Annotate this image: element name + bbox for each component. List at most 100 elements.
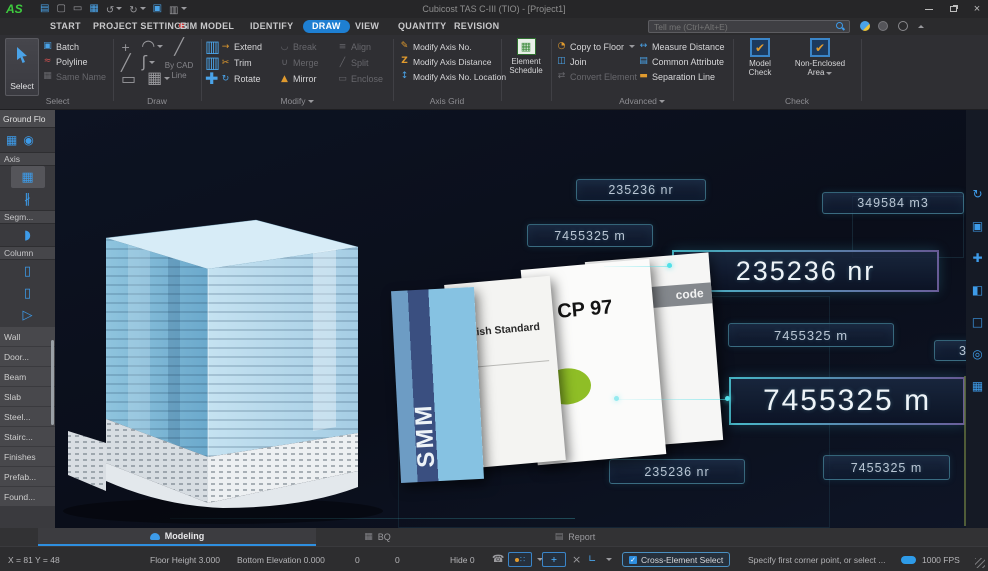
orbit-icon[interactable]: ↻ [970, 188, 985, 203]
section-column[interactable]: Column [0, 246, 55, 260]
break-button[interactable]: ◡Break [279, 40, 337, 55]
tab-draw[interactable]: DRAW [303, 20, 350, 33]
sidebar-item-steel[interactable]: Steel... [0, 407, 55, 426]
group-label-advanced[interactable]: Advanced [552, 96, 732, 106]
open-file-icon[interactable]: ▭ [73, 4, 82, 14]
align-button[interactable]: ≡Align [337, 40, 393, 55]
tab-bq[interactable]: ▦ BQ [320, 528, 435, 546]
segment-tool[interactable]: ◗ [0, 224, 55, 246]
column-cap-tool[interactable]: ▷ [0, 304, 55, 326]
history-icon[interactable]: ◉ [23, 134, 33, 146]
undo-icon[interactable]: ↺ [106, 0, 122, 18]
minimize-button[interactable] [922, 3, 936, 15]
orbit-sphere-icon[interactable]: ◎ [970, 348, 985, 363]
tab-revision[interactable]: REVISION [450, 20, 503, 33]
batch-button[interactable]: ▣Batch [42, 39, 106, 54]
sidebar-item-finishes[interactable]: Finishes [0, 447, 55, 466]
select-tool-button[interactable]: Select [5, 38, 39, 96]
model-check-button[interactable]: ✔ Model Check [738, 38, 782, 77]
separation-line-button[interactable]: ▬Separation Line [638, 69, 725, 84]
search-icon[interactable] [836, 22, 843, 29]
element-sidebar: Ground Flo ▦ ◉ Axis ▦ ∦ Segm... ◗ Column… [0, 110, 55, 530]
measure-distance-button[interactable]: ↔Measure Distance [638, 39, 725, 54]
tab-report[interactable]: ▤ Report [495, 528, 655, 546]
import-icon[interactable]: ▦ [89, 4, 98, 14]
table-tool-icon[interactable]: ▥ [169, 0, 186, 18]
by-cad-line-button[interactable]: By CAD Line [161, 61, 197, 82]
connector-line [170, 518, 575, 519]
view-grid-icon[interactable]: ▦ [970, 380, 985, 395]
cross-element-select-toggle[interactable]: ✓ Cross-Element Select [622, 552, 730, 567]
same-name-button[interactable]: ▦Same Name [42, 69, 106, 84]
axis-grid-tool[interactable]: ▦ [11, 166, 45, 188]
split-button[interactable]: ╱Split [337, 56, 393, 71]
point-tool-icon[interactable]: + [121, 42, 130, 53]
group-label-modify[interactable]: Modify [202, 96, 392, 106]
sync-icon[interactable] [860, 21, 870, 31]
resize-grip[interactable] [975, 558, 985, 568]
section-box-icon[interactable]: ◧ [970, 284, 985, 299]
tab-start[interactable]: START [46, 20, 85, 33]
ortho-toggle[interactable]: + [542, 552, 566, 567]
sidebar-item-foundation[interactable]: Found... [0, 487, 55, 506]
join-button[interactable]: ◫Join [556, 54, 637, 69]
sidebar-item-slab[interactable]: Slab [0, 387, 55, 406]
collapse-ribbon-icon[interactable] [918, 25, 924, 28]
redo-icon[interactable]: ↻ [129, 0, 145, 18]
modify-axis-no-button[interactable]: ✎Modify Axis No. [399, 39, 506, 54]
new-file-icon[interactable]: ▢ [56, 4, 65, 14]
sidebar-item-beam[interactable]: Beam [0, 367, 55, 386]
lightbulb-icon[interactable] [898, 21, 908, 31]
mirror-button[interactable]: ▲Mirror [279, 72, 337, 87]
copy-to-floor-button[interactable]: ◔Copy to Floor [556, 39, 637, 54]
floor-selector[interactable]: Ground Flo [0, 110, 55, 128]
tab-quantity[interactable]: QUANTITY [394, 20, 450, 33]
enclose-button[interactable]: ▭Enclose [337, 72, 393, 87]
snap-marker-icon[interactable]: ∟ [588, 547, 596, 571]
section-axis[interactable]: Axis [0, 152, 55, 166]
tab-identify[interactable]: IDENTIFY [246, 20, 297, 33]
extend-button[interactable]: →Extend [220, 40, 279, 55]
section-segment[interactable]: Segm... [0, 210, 55, 224]
restore-button[interactable] [946, 3, 960, 15]
merge-button[interactable]: ∪Merge [279, 56, 337, 71]
modify-axis-distance-button[interactable]: ZModify Axis Distance [399, 54, 506, 69]
rotate-button[interactable]: ↻Rotate [220, 72, 279, 87]
pan-icon[interactable]: ✚ [970, 252, 985, 267]
element-schedule-button[interactable]: ▦ Element Schedule [505, 38, 547, 75]
rectangle-tool-icon[interactable]: ▭ [121, 71, 136, 87]
tab-bim-model[interactable]: BIM MODEL [176, 20, 238, 33]
column-tool[interactable]: ▯ [0, 260, 55, 282]
sidebar-scrollbar[interactable] [51, 340, 54, 425]
cancel-icon[interactable]: × [572, 547, 581, 571]
grid-view-icon[interactable]: ▦ [6, 134, 17, 146]
tell-me-search-input[interactable] [648, 20, 850, 33]
save-icon[interactable]: ▤ [40, 4, 49, 14]
sidebar-item-door[interactable]: Door... [0, 347, 55, 366]
tab-modeling[interactable]: Modeling [38, 528, 316, 546]
app-logo[interactable]: AS [6, 2, 32, 16]
snap-settings-toggle[interactable]: ∷ [508, 552, 532, 567]
sidebar-item-prefab[interactable]: Prefab... [0, 467, 55, 486]
zoom-window-icon[interactable]: □ [970, 316, 985, 331]
card-smm-title: SMM [405, 311, 441, 468]
diagonal-line-tool-icon[interactable]: ╱ [174, 39, 184, 55]
column-round-tool[interactable]: ▯ [0, 282, 55, 304]
common-attribute-button[interactable]: ▤Common Attribute [638, 54, 725, 69]
sidebar-item-wall[interactable]: Wall [0, 327, 55, 346]
trim-button[interactable]: ✂Trim [220, 56, 279, 71]
window-view-icon[interactable]: ▣ [153, 4, 162, 14]
sidebar-item-staircase[interactable]: Stairc... [0, 427, 55, 446]
model-viewport[interactable]: code CP 97 British Standard SMM 235236 n… [55, 110, 988, 528]
help-icon[interactable] [878, 21, 888, 31]
convert-element-button[interactable]: ⇄Convert Element [556, 69, 637, 84]
modify-axis-location-button[interactable]: ↕Modify Axis No. Location [399, 69, 506, 84]
tab-view[interactable]: VIEW [351, 20, 383, 33]
auxiliary-axis-tool[interactable]: ∦ [0, 188, 55, 210]
move-icon[interactable]: ✚ [205, 71, 220, 87]
close-button[interactable]: × [970, 3, 984, 15]
view-box-icon[interactable]: ▣ [970, 220, 985, 235]
polyline-button[interactable]: ≈Polyline [42, 54, 106, 69]
phone-icon[interactable]: ☎ [492, 547, 504, 571]
non-enclosed-area-button[interactable]: ✔ Non-Enclosed Area [786, 38, 854, 77]
